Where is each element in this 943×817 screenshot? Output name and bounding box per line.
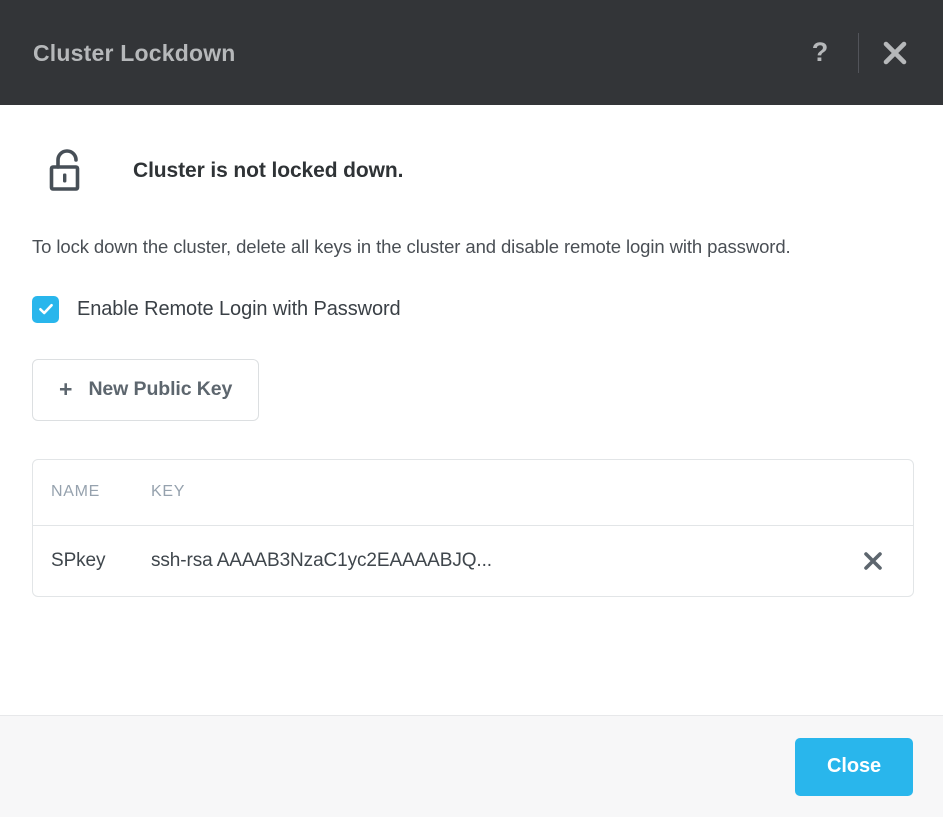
unlock-icon — [44, 147, 90, 195]
close-icon[interactable] — [877, 33, 913, 73]
dialog-title: Cluster Lockdown — [33, 40, 236, 66]
check-icon — [38, 304, 53, 315]
enable-remote-login-label: Enable Remote Login with Password — [77, 297, 401, 320]
titlebar-divider — [858, 32, 859, 73]
dialog-titlebar: Cluster Lockdown ? — [0, 0, 943, 105]
lockdown-description: To lock down the cluster, delete all key… — [32, 236, 791, 257]
cluster-lockdown-dialog: Cluster Lockdown ? Cluster is not locked… — [0, 0, 943, 817]
dialog-body: Cluster is not locked down. To lock down… — [0, 105, 943, 715]
public-key-table: NAME KEY SPkey ssh-rsa AAAAB3NzaC1yc2EAA… — [32, 458, 914, 597]
key-name-cell: SPkey — [51, 549, 106, 571]
close-button[interactable]: Close — [795, 737, 913, 796]
column-header-name: NAME — [51, 483, 101, 501]
lockdown-status-text: Cluster is not locked down. — [133, 159, 404, 182]
delete-key-icon[interactable] — [853, 549, 893, 573]
enable-remote-login-checkbox-row[interactable]: Enable Remote Login with Password — [32, 295, 401, 323]
column-header-key: KEY — [151, 483, 186, 501]
lockdown-status: Cluster is not locked down. — [32, 105, 911, 195]
dialog-footer: Close — [0, 715, 943, 817]
help-icon[interactable]: ? — [798, 30, 842, 76]
enable-remote-login-checkbox[interactable] — [32, 295, 59, 323]
new-public-key-button[interactable]: + New Public Key — [32, 358, 260, 421]
new-public-key-label: New Public Key — [88, 378, 233, 401]
titlebar-actions: ? — [798, 30, 913, 76]
plus-icon: + — [59, 376, 73, 403]
table-header-row: NAME KEY — [33, 460, 913, 526]
key-value-cell: ssh-rsa AAAAB3NzaC1yc2EAAAABJQ... — [151, 549, 492, 571]
table-row[interactable]: SPkey ssh-rsa AAAAB3NzaC1yc2EAAAABJQ... — [33, 526, 913, 596]
